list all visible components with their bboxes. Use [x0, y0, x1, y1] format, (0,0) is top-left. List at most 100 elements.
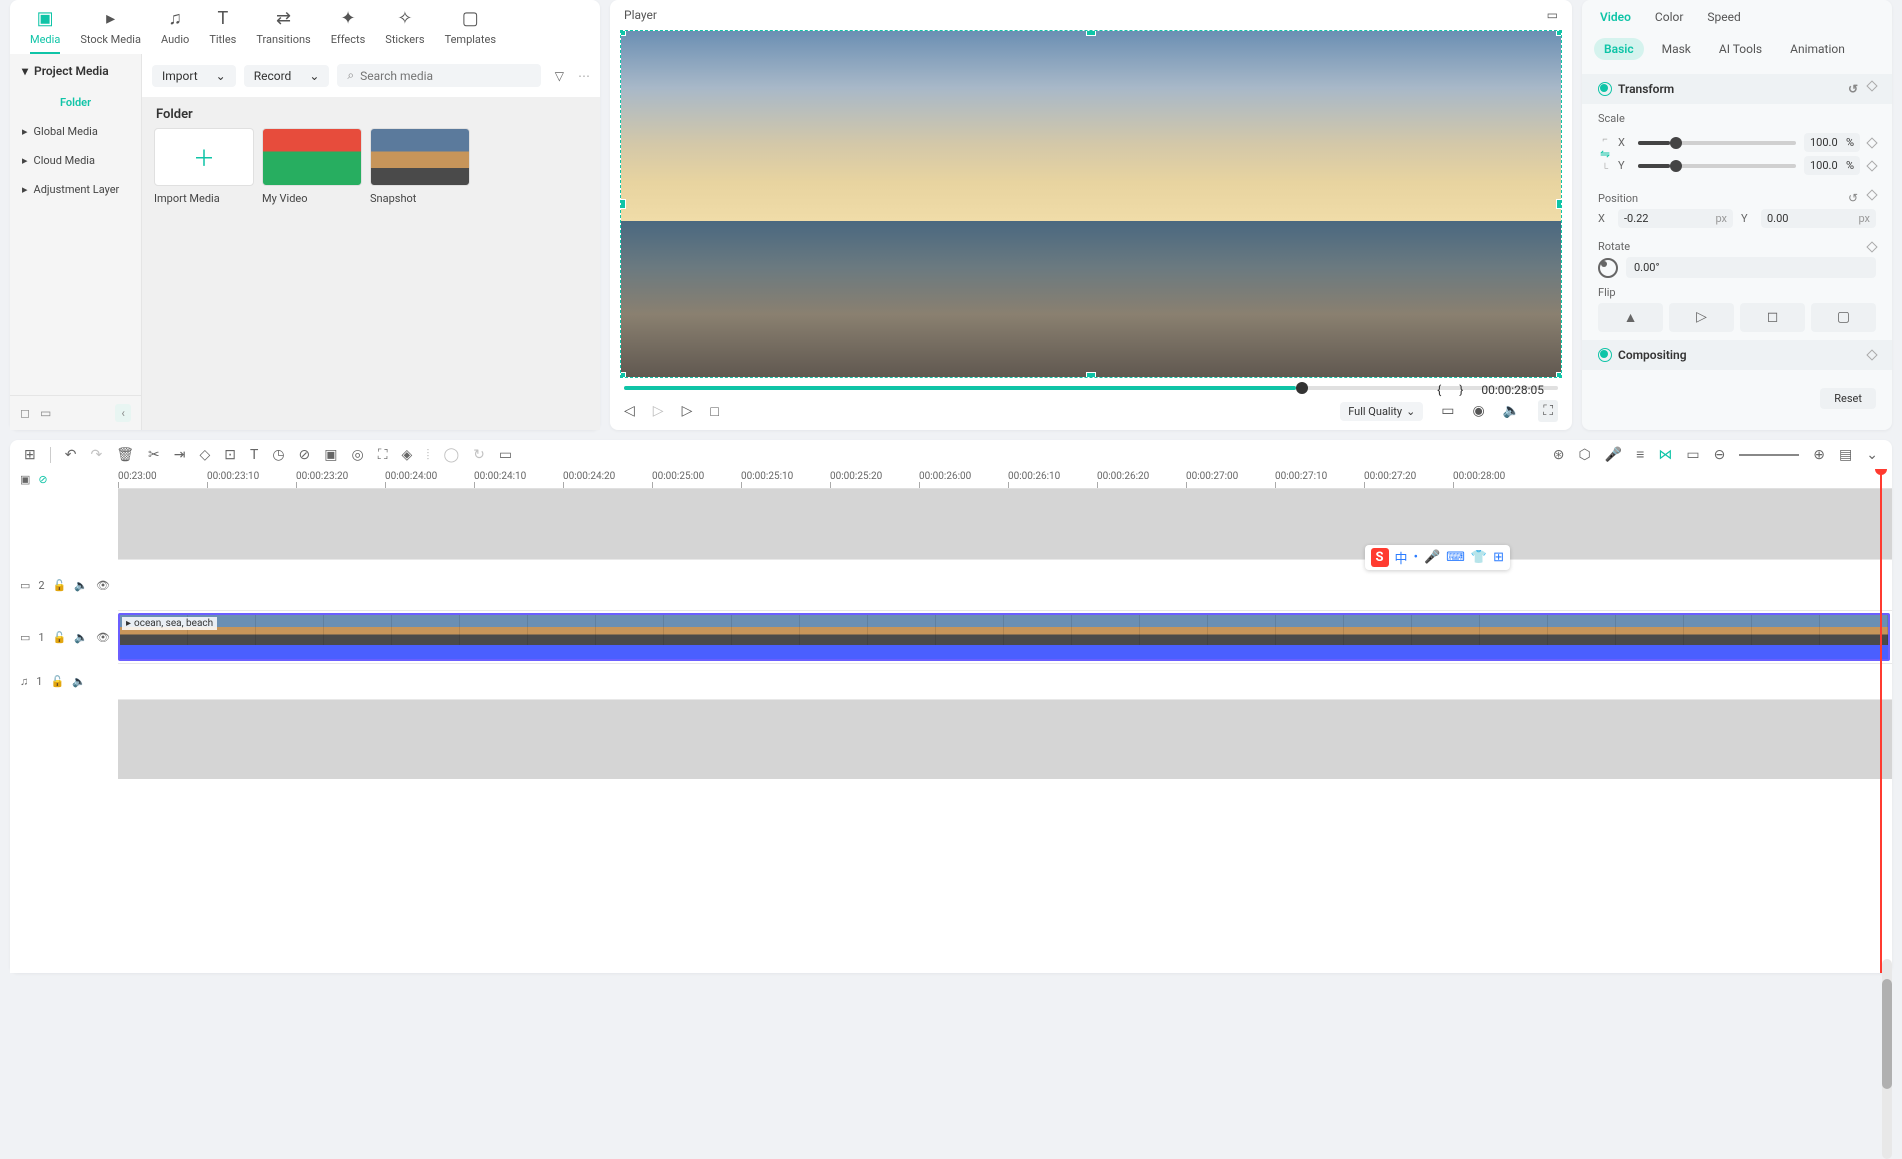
aspect-icon[interactable]: ▭: [1547, 8, 1558, 22]
volume-icon[interactable]: 🔈: [1503, 403, 1520, 419]
keyframe-icon[interactable]: [1866, 241, 1877, 252]
ime-mic-icon[interactable]: 🎤: [1424, 550, 1440, 565]
flip-both-button[interactable]: ◻: [1740, 303, 1805, 332]
resize-handle[interactable]: [620, 30, 626, 36]
sidebar-item-global-media[interactable]: ▸Global Media: [10, 117, 141, 146]
mark-in-icon[interactable]: {: [1437, 383, 1441, 397]
link-button[interactable]: ⊘: [299, 447, 311, 463]
subtab-basic[interactable]: Basic: [1594, 38, 1644, 60]
top-tab-templates[interactable]: ▢Templates: [445, 8, 496, 54]
zoom-out-button[interactable]: ⊖: [1714, 447, 1726, 463]
top-tab-stock-media[interactable]: ▸Stock Media: [80, 8, 141, 54]
zoom-in-button[interactable]: ⊕: [1813, 447, 1825, 463]
display-icon[interactable]: ▭: [1441, 403, 1454, 419]
keyframe-icon[interactable]: [1866, 80, 1877, 91]
progress-knob[interactable]: [1296, 382, 1308, 394]
keyframe-icon[interactable]: [1866, 137, 1877, 148]
folder-icon[interactable]: ▭: [40, 406, 51, 420]
record-dropdown[interactable]: Record⌄: [244, 65, 330, 87]
group-button[interactable]: ▣: [324, 447, 337, 463]
resize-handle[interactable]: [1086, 30, 1096, 36]
lock-icon[interactable]: 🔓: [50, 675, 64, 688]
sidebar-item-folder[interactable]: Folder: [10, 88, 141, 117]
compositing-section-header[interactable]: Compositing: [1582, 340, 1892, 370]
mark-out-icon[interactable]: }: [1459, 383, 1463, 397]
zoom-slider[interactable]: [1739, 454, 1799, 456]
snapshot-icon[interactable]: ◉: [1473, 403, 1485, 419]
tl-layout-icon[interactable]: ▤: [1839, 447, 1852, 463]
stop-button[interactable]: □: [710, 403, 718, 420]
collapse-icon[interactable]: ‹: [115, 404, 131, 422]
subtab-ai-tools[interactable]: AI Tools: [1709, 38, 1772, 60]
rotate-value[interactable]: 0.00°: [1626, 257, 1876, 278]
timeline-clip-ocean[interactable]: ▸ocean, sea, beach: [118, 613, 1890, 661]
resize-handle[interactable]: [620, 372, 626, 378]
keyframe-icon[interactable]: [1866, 160, 1877, 171]
top-tab-stickers[interactable]: ✧Stickers: [385, 8, 424, 54]
playhead[interactable]: [1880, 469, 1882, 973]
reset-button[interactable]: Reset: [1820, 388, 1876, 409]
scale-x-slider[interactable]: [1638, 141, 1796, 145]
pos-y-value[interactable]: 0.00px: [1761, 209, 1876, 228]
scale-y-slider[interactable]: [1638, 164, 1796, 168]
transform-section-header[interactable]: Transform ↺: [1582, 74, 1892, 104]
tl-mixer-icon[interactable]: ≡: [1636, 446, 1644, 463]
ime-icon[interactable]: •: [1414, 550, 1418, 565]
cut-button[interactable]: ✂: [148, 447, 160, 463]
tl-snap-icon[interactable]: ⋈: [1658, 447, 1672, 463]
sidebar-header[interactable]: ▾Project Media: [10, 54, 141, 88]
keyframe-icon[interactable]: [1866, 349, 1877, 360]
subtab-mask[interactable]: Mask: [1652, 38, 1701, 60]
media-card-my-video[interactable]: My Video: [262, 128, 362, 205]
marker-button[interactable]: ◈: [402, 447, 413, 463]
link-icon[interactable]: ⇋: [1600, 147, 1610, 161]
top-tab-titles[interactable]: TTitles: [209, 8, 236, 54]
scale-y-value[interactable]: 100.0%: [1804, 156, 1860, 175]
chevron-down-icon[interactable]: ⌄: [1866, 447, 1878, 463]
speed-button[interactable]: ◷: [272, 447, 284, 463]
timeline-ruler[interactable]: 00:23:0000:00:23:1000:00:23:2000:00:24:0…: [118, 469, 1892, 489]
redo-button[interactable]: ↷: [90, 447, 102, 463]
top-tab-transitions[interactable]: ⇄Transitions: [256, 8, 310, 54]
resize-handle[interactable]: [620, 199, 626, 209]
eye-icon[interactable]: 👁: [96, 631, 110, 644]
play-button[interactable]: ▷: [682, 403, 693, 419]
lock-icon[interactable]: 🔓: [53, 579, 67, 592]
lock-all-icon[interactable]: ▣: [20, 473, 30, 486]
undo-button[interactable]: ↶: [65, 447, 77, 463]
props-tab-color[interactable]: Color: [1655, 10, 1683, 24]
audio-track-1[interactable]: [118, 663, 1892, 699]
top-tab-media[interactable]: ▣Media: [30, 8, 60, 54]
lock-icon[interactable]: 🔓: [53, 631, 67, 644]
quality-select[interactable]: Full Quality⌄: [1340, 402, 1423, 421]
search-input[interactable]: [360, 69, 531, 83]
resize-handle[interactable]: [1556, 199, 1562, 209]
crop-button[interactable]: ⊡: [224, 447, 236, 463]
tl-frame-icon[interactable]: ▭: [1686, 447, 1699, 463]
flip-none-button[interactable]: ▢: [1811, 303, 1876, 332]
sidebar-item-adjustment-layer[interactable]: ▸Adjustment Layer: [10, 175, 141, 204]
flip-vertical-button[interactable]: ▷: [1669, 303, 1734, 332]
resize-handle[interactable]: [1556, 372, 1562, 378]
motion-button[interactable]: ◎: [352, 447, 364, 463]
filter-icon[interactable]: ▽: [549, 69, 570, 83]
ime-skin-icon[interactable]: 👕: [1471, 550, 1487, 565]
mute-icon[interactable]: 🔈: [74, 631, 88, 644]
delete-button[interactable]: 🗑: [116, 447, 134, 463]
tl-mic-icon[interactable]: 🎤: [1605, 447, 1622, 463]
media-card-import[interactable]: ＋ Import Media: [154, 128, 254, 205]
reset-icon[interactable]: ↺: [1848, 82, 1858, 96]
video-track-1[interactable]: ▸ocean, sea, beach: [118, 611, 1892, 663]
fullscreen-icon[interactable]: ⛶: [1538, 400, 1558, 422]
batch-button[interactable]: ◯: [443, 447, 459, 463]
scale-x-value[interactable]: 100.0%: [1804, 133, 1860, 152]
reset-icon[interactable]: ↺: [1848, 191, 1858, 205]
resize-handle[interactable]: [1556, 30, 1562, 36]
media-card-snapshot[interactable]: Snapshot: [370, 128, 470, 205]
import-dropdown[interactable]: Import⌄: [152, 65, 236, 87]
text-button[interactable]: T: [250, 447, 258, 463]
mute-icon[interactable]: 🔈: [72, 675, 86, 688]
top-tab-effects[interactable]: ✦Effects: [331, 8, 366, 54]
rotate-knob[interactable]: [1598, 258, 1618, 278]
ime-tool-icon[interactable]: ⊞: [1493, 550, 1504, 565]
